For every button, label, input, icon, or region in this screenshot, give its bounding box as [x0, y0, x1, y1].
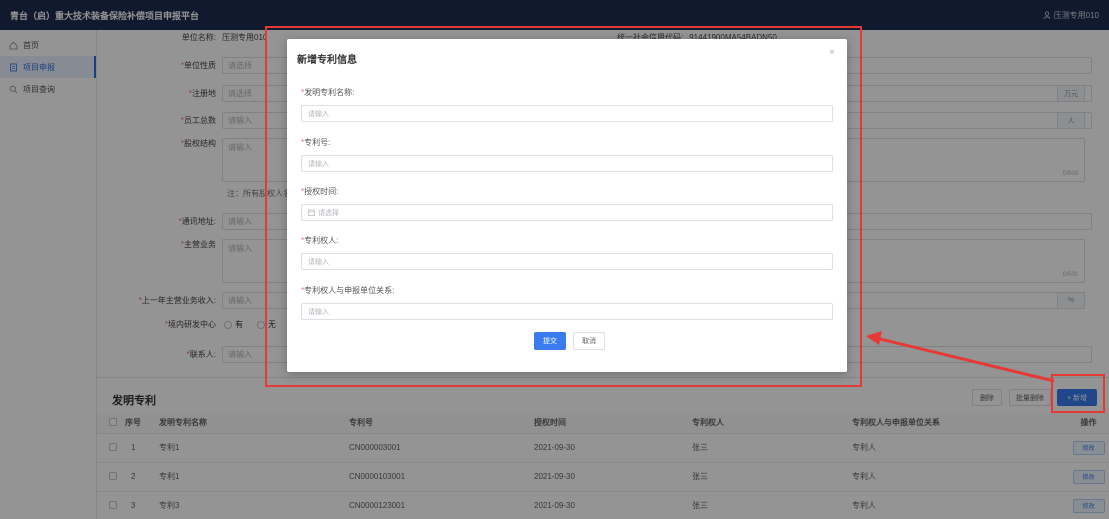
annotation-arrow-icon [866, 331, 1055, 383]
annotation-highlight-dialog [265, 26, 862, 387]
